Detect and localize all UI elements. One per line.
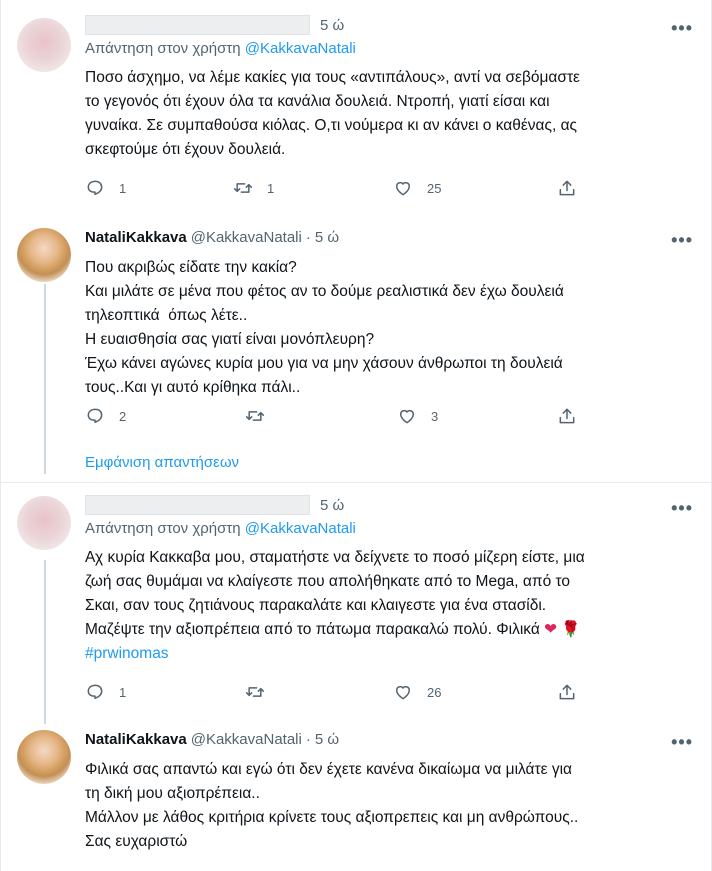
thread-line: [44, 560, 46, 724]
redacted-username: [85, 495, 310, 515]
tweet-actions: 1 26: [85, 680, 605, 704]
show-replies-link[interactable]: Εμφάνιση απαντήσεων: [85, 454, 239, 471]
retweet-button[interactable]: [245, 682, 265, 702]
replying-to: Απάντηση στον χρήστη @KakkavaNatali: [85, 520, 356, 537]
like-button[interactable]: 3: [397, 406, 438, 426]
avatar[interactable]: [17, 18, 71, 72]
reply-button[interactable]: 1: [85, 178, 126, 198]
reply-button[interactable]: 2: [85, 406, 126, 426]
avatar[interactable]: [17, 228, 71, 282]
tweet-3[interactable]: 5 ώ ••• Απάντηση στον χρήστη @KakkavaNat…: [1, 482, 711, 718]
heart-icon: [400, 409, 414, 424]
like-button[interactable]: 25: [393, 178, 441, 198]
reply-icon: [87, 408, 103, 423]
retweet-button[interactable]: 1: [233, 178, 274, 198]
avatar[interactable]: [17, 730, 71, 784]
more-options-icon[interactable]: •••: [671, 18, 693, 39]
tweet-time[interactable]: 5 ώ: [315, 229, 339, 246]
more-options-icon[interactable]: •••: [671, 498, 693, 519]
hashtag-link[interactable]: #prwinomas: [85, 645, 169, 662]
tweet-4[interactable]: NataliKakkava @KakkavaNatali · 5 ώ ••• Φ…: [1, 724, 711, 871]
tweet-time[interactable]: 5 ώ: [320, 17, 344, 34]
retweet-icon: [245, 411, 265, 421]
more-options-icon[interactable]: •••: [671, 230, 693, 251]
share-button[interactable]: [557, 406, 577, 426]
retweet-button[interactable]: [245, 406, 265, 426]
tweet-2[interactable]: NataliKakkava @KakkavaNatali · 5 ώ ••• Π…: [1, 224, 711, 482]
retweet-count: 1: [267, 180, 275, 196]
tweet-text: Ποσο άσχημο, να λέμε κακίες για τους «αν…: [85, 69, 580, 158]
like-count: 26: [427, 684, 442, 700]
tweet-text: Αχ κυρία Κακκαβα μου, σταματήστε να δείχ…: [85, 549, 585, 662]
tweet-time[interactable]: 5 ώ: [315, 731, 339, 748]
heart-icon: [396, 685, 410, 700]
reply-count: 2: [119, 408, 127, 424]
tweet-actions: 2 3: [85, 404, 605, 428]
reply-icon: [87, 180, 103, 195]
share-button[interactable]: [557, 682, 577, 702]
tweet-text: Φιλικά σας απαντώ και εγώ ότι δεν έχετε …: [85, 761, 579, 850]
reply-button[interactable]: 1: [85, 682, 126, 702]
share-icon: [559, 684, 575, 700]
more-options-icon[interactable]: •••: [671, 732, 693, 753]
mention-link[interactable]: @KakkavaNatali: [245, 520, 356, 537]
user-handle[interactable]: @KakkavaNatali: [191, 731, 302, 748]
display-name[interactable]: NataliKakkava: [85, 229, 187, 246]
reply-count: 1: [119, 684, 127, 700]
timeline: 5 ώ ••• Απάντηση στον χρήστη @KakkavaNat…: [0, 0, 712, 871]
share-button[interactable]: [557, 178, 577, 198]
tweet-text: Που ακριβώς είδατε την κακία? Και μιλάτε…: [85, 259, 564, 396]
mention-link[interactable]: @KakkavaNatali: [245, 40, 356, 57]
heart-icon: [396, 181, 410, 196]
retweet-icon: [245, 687, 265, 697]
like-count: 25: [427, 180, 442, 196]
like-button[interactable]: 26: [393, 682, 441, 702]
replying-to: Απάντηση στον χρήστη @KakkavaNatali: [85, 40, 356, 57]
tweet-time[interactable]: 5 ώ: [320, 497, 344, 514]
red-heart-emoji: ❤: [544, 621, 558, 638]
share-icon: [559, 180, 575, 196]
reply-count: 1: [119, 180, 127, 196]
user-handle[interactable]: @KakkavaNatali: [191, 229, 302, 246]
like-count: 3: [431, 408, 439, 424]
retweet-icon: [233, 183, 253, 193]
redacted-username: [85, 15, 310, 35]
reply-icon: [87, 684, 103, 699]
tweet-1[interactable]: 5 ώ ••• Απάντηση στον χρήστη @KakkavaNat…: [1, 0, 711, 224]
display-name[interactable]: NataliKakkava: [85, 731, 187, 748]
share-icon: [559, 408, 575, 424]
avatar[interactable]: [17, 496, 71, 550]
tweet-actions: 1 1 25: [85, 176, 605, 200]
rose-emoji: 🌹: [561, 621, 581, 638]
